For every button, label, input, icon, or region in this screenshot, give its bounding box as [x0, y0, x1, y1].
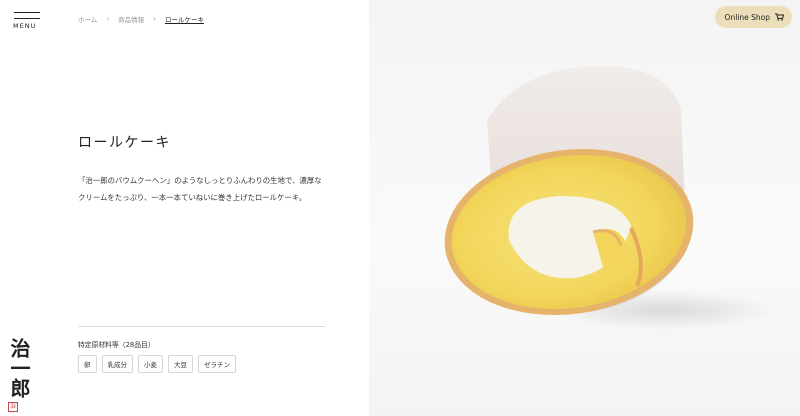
- page-title: ロールケーキ: [78, 135, 171, 151]
- roll-cake-illustration: [444, 66, 694, 316]
- breadcrumb: ホーム › 商品情報 › ロールケーキ: [78, 14, 204, 24]
- breadcrumb-home-link[interactable]: ホーム: [78, 14, 97, 24]
- allergen-heading: 特定原材料等（28品目）: [78, 341, 155, 349]
- allergen-tag-wheat: 小麦: [138, 355, 163, 373]
- chevron-right-icon: ›: [106, 15, 110, 23]
- breadcrumb-current[interactable]: ロールケーキ: [165, 14, 204, 24]
- chevron-right-icon: ›: [153, 15, 156, 23]
- divider: [78, 326, 325, 327]
- product-description: 「治一郎のバウムクーヘン」のようなしっとりふんわりの生地で、濃厚なクリームをたっ…: [78, 176, 322, 202]
- allergen-tag-egg: 卵: [78, 355, 97, 373]
- product-hero-image: [369, 0, 800, 416]
- brand-seal-icon: 治: [8, 402, 18, 412]
- menu-label[interactable]: MENU: [13, 22, 36, 30]
- allergen-tag-soy: 大豆: [168, 355, 193, 373]
- allergen-tag-milk: 乳成分: [101, 355, 133, 373]
- brand-logo[interactable]: 治一郎 治: [7, 338, 42, 416]
- menu-icon-bar: [14, 18, 40, 19]
- allergen-list: 卵 乳成分 小麦 大豆 ゼラチン: [78, 355, 236, 373]
- allergen-tag-gelatin: ゼラチン: [198, 355, 236, 373]
- menu-icon: [14, 12, 40, 13]
- breadcrumb-products-link[interactable]: 商品情報: [118, 14, 144, 24]
- brand-logo-text: 治一郎: [7, 338, 31, 398]
- online-shop-label: Online Shop: [724, 12, 770, 22]
- cart-icon: [775, 13, 784, 21]
- online-shop-button[interactable]: Online Shop: [714, 6, 792, 28]
